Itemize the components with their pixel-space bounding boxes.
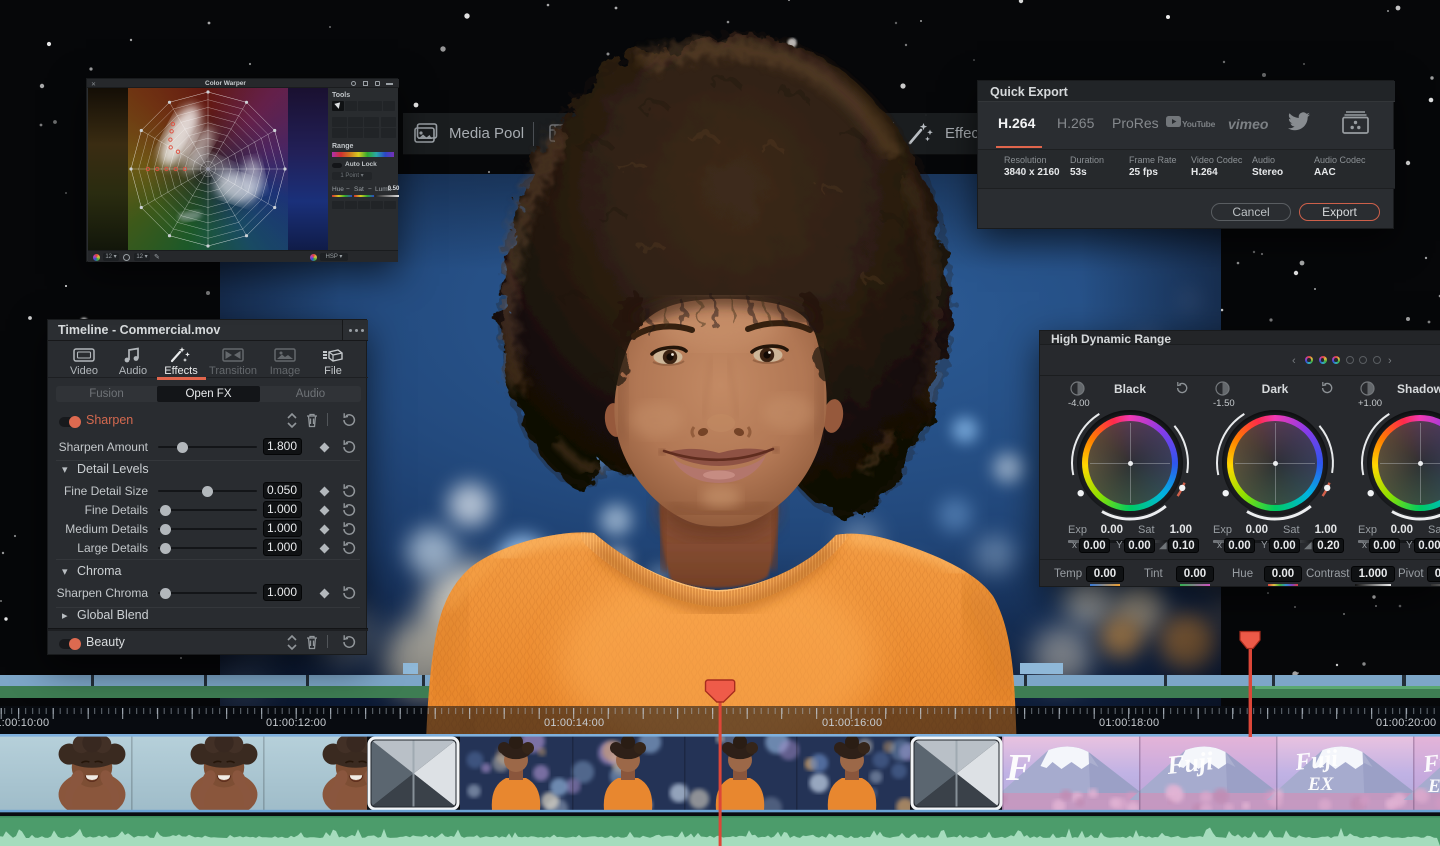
svg-text:EX: EX: [1307, 774, 1335, 795]
svg-text:Fuji: Fuji: [1165, 746, 1216, 780]
svg-text:Fu: Fu: [1421, 749, 1440, 778]
svg-text:F: F: [1005, 747, 1031, 789]
svg-text:Fuji: Fuji: [1293, 746, 1340, 776]
svg-text:E: E: [1427, 776, 1440, 797]
